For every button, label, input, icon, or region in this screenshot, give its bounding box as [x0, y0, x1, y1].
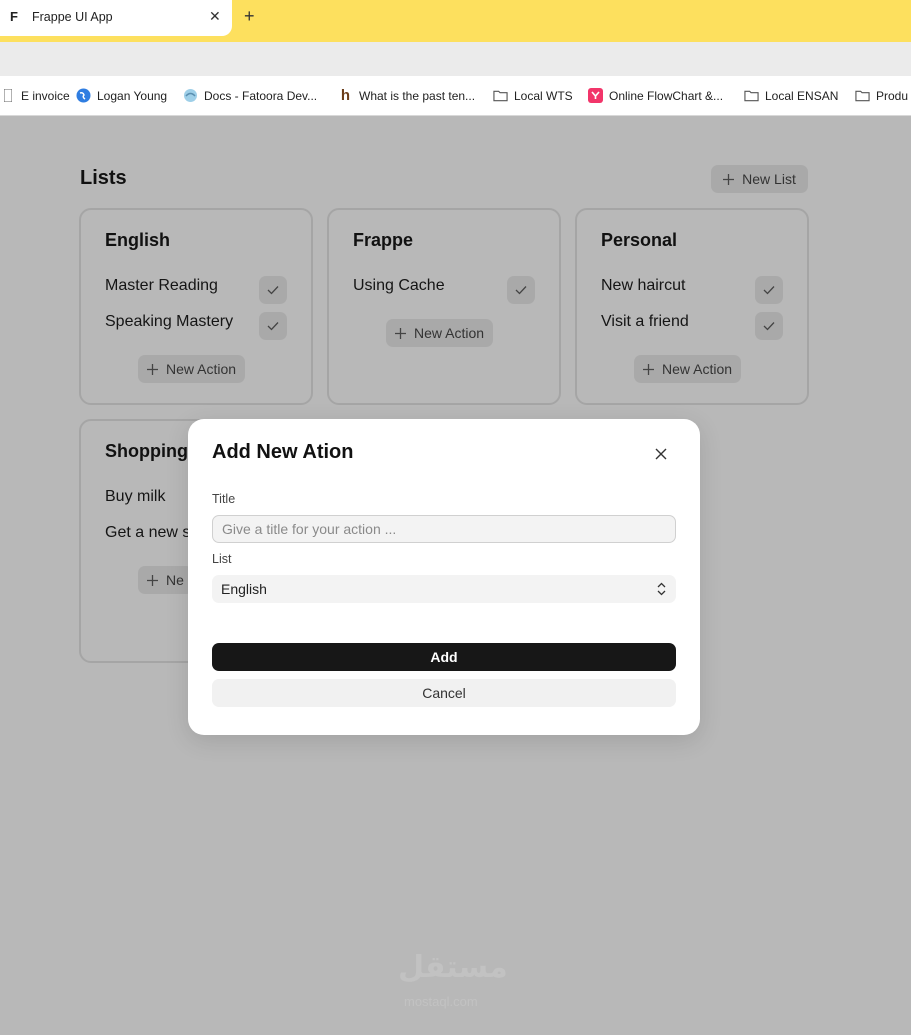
new-action-label: Ne: [166, 572, 184, 588]
plus-icon: [643, 363, 654, 375]
cancel-button[interactable]: Cancel: [212, 679, 676, 707]
globe-icon: [76, 88, 91, 103]
bookmarks-bar: E invoice Logan Young Docs - Fatoora Dev…: [0, 76, 911, 116]
folder-icon: [493, 88, 508, 103]
card-title: Shopping: [105, 441, 188, 461]
flowchart-icon: [588, 88, 603, 103]
new-action-button[interactable]: New Action: [634, 355, 742, 383]
bookmark-label: E invoice: [21, 88, 70, 103]
card-title: English: [105, 230, 171, 250]
list-item[interactable]: New haircut: [601, 277, 685, 295]
check-icon: [267, 286, 279, 295]
docs-icon: [183, 88, 198, 103]
new-list-button[interactable]: New List: [711, 165, 808, 193]
card-title: Frappe: [353, 230, 414, 250]
list-item[interactable]: Visit a friend: [601, 313, 689, 331]
list-item[interactable]: Get a new s: [105, 524, 190, 542]
new-list-label: New List: [742, 171, 796, 187]
folder-icon: [855, 88, 870, 103]
list-select[interactable]: English: [212, 575, 676, 603]
bookmark-label: Online FlowChart &...: [609, 88, 724, 103]
new-action-button[interactable]: New Action: [138, 355, 246, 383]
title-field-label: Title: [212, 492, 236, 506]
add-action-dialog: Add New Ation Title List English Add Can…: [188, 419, 700, 735]
frappe-favicon-icon: F: [10, 9, 18, 24]
list-item[interactable]: Speaking Mastery: [105, 313, 233, 331]
list-item[interactable]: Master Reading: [105, 277, 218, 295]
list-card-frappe: Frappe Using Cache New Action: [327, 208, 561, 405]
new-action-label: New Action: [166, 361, 237, 377]
check-icon: [267, 322, 279, 331]
new-tab-button[interactable]: +: [244, 6, 255, 27]
plus-icon: [723, 173, 735, 185]
new-action-label: New Action: [414, 325, 485, 341]
watermark-logo: مستقل: [398, 951, 508, 984]
title-input[interactable]: [212, 515, 676, 543]
bookmark-label: What is the past ten...: [359, 88, 476, 103]
chevron-up-down-icon: [657, 582, 666, 596]
check-icon: [515, 286, 527, 295]
list-card-english: English Master Reading Speaking Mastery …: [79, 208, 313, 405]
check-button[interactable]: [507, 276, 535, 304]
page-icon: [0, 88, 15, 103]
list-item[interactable]: Buy milk: [105, 488, 165, 506]
plus-icon: [147, 574, 158, 586]
bookmark-item[interactable]: E invoice: [0, 88, 70, 103]
plus-icon: [147, 363, 158, 375]
bookmark-label: Local ENSAN: [765, 88, 839, 103]
browser-tab[interactable]: F Frappe UI App ✕: [0, 0, 232, 36]
watermark-sub: mostaql.com: [404, 994, 478, 1009]
bookmark-item[interactable]: h What is the past ten...: [338, 87, 476, 104]
browser-tabbar: F Frappe UI App ✕ +: [0, 0, 911, 42]
check-button[interactable]: [755, 312, 783, 340]
list-card-personal: Personal New haircut Visit a friend New …: [575, 208, 809, 405]
bookmark-label: Produ: [876, 88, 909, 103]
page-title: Lists: [80, 167, 127, 189]
list-field-label: List: [212, 552, 232, 566]
folder-icon: [744, 88, 759, 103]
bookmark-item[interactable]: Local ENSAN: [744, 88, 838, 103]
bookmark-item[interactable]: Produ: [855, 88, 908, 103]
new-action-label: New Action: [662, 361, 733, 377]
close-tab-icon[interactable]: ✕: [209, 8, 221, 25]
check-button[interactable]: [755, 276, 783, 304]
dialog-title: Add New Ation: [212, 441, 354, 463]
check-button[interactable]: [259, 312, 287, 340]
close-icon[interactable]: [652, 445, 670, 463]
bookmark-item[interactable]: Online FlowChart &...: [588, 88, 723, 103]
list-item[interactable]: Using Cache: [353, 277, 445, 295]
address-bar[interactable]: [0, 42, 911, 76]
bookmark-label: Logan Young: [97, 88, 168, 103]
add-button[interactable]: Add: [212, 643, 676, 671]
bookmark-label: Local WTS: [514, 88, 573, 103]
tab-title: Frappe UI App: [32, 10, 113, 24]
bookmark-item[interactable]: Docs - Fatoora Dev...: [183, 88, 317, 103]
bookmark-item[interactable]: Local WTS: [493, 88, 573, 103]
card-title: Personal: [601, 230, 678, 250]
h-icon: h: [340, 87, 351, 104]
plus-icon: [395, 327, 406, 339]
new-action-button[interactable]: Ne: [138, 566, 193, 594]
check-icon: [763, 286, 775, 295]
bookmark-item[interactable]: Logan Young: [76, 88, 167, 103]
check-button[interactable]: [259, 276, 287, 304]
check-icon: [763, 322, 775, 331]
new-action-button[interactable]: New Action: [386, 319, 494, 347]
list-select-value: English: [221, 581, 267, 597]
bookmark-label: Docs - Fatoora Dev...: [204, 88, 318, 103]
